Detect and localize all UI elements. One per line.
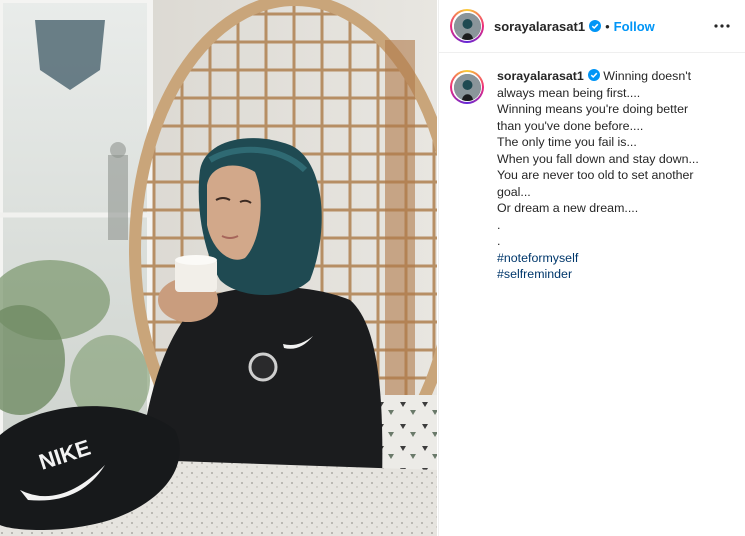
post-caption: sorayalarasat1 Winning doesn't always me… bbox=[450, 68, 740, 283]
follow-button[interactable]: Follow bbox=[614, 19, 655, 34]
caption-line: goal... bbox=[497, 184, 531, 199]
hashtag-link[interactable]: #noteformyself bbox=[497, 250, 727, 267]
post-side-panel: sorayalarasat1 • Follow sorayalarasat1 W… bbox=[438, 0, 745, 536]
separator-dot: • bbox=[605, 18, 610, 34]
caption-username[interactable]: sorayalarasat1 bbox=[497, 69, 584, 83]
caption-line: You are never too old to set another bbox=[497, 168, 694, 182]
caption-line: When you fall down and stay down... bbox=[497, 151, 699, 166]
caption-line: . bbox=[497, 234, 501, 248]
author-avatar[interactable] bbox=[450, 9, 484, 43]
caption-line: Winning means you're doing better bbox=[497, 102, 689, 116]
post-photo-illustration: NIKE bbox=[0, 0, 437, 536]
caption-line: Or dream a new dream.... bbox=[497, 201, 639, 215]
caption-line: . bbox=[497, 217, 501, 232]
verified-badge-icon bbox=[589, 20, 602, 32]
caption-text: sorayalarasat1 Winning doesn't always me… bbox=[497, 68, 727, 283]
caption-line: The only time you fail is... bbox=[497, 135, 637, 149]
verified-badge-icon bbox=[587, 69, 600, 81]
post-header: sorayalarasat1 • Follow bbox=[439, 0, 745, 53]
caption-avatar[interactable] bbox=[450, 70, 484, 104]
more-options-icon[interactable] bbox=[710, 14, 734, 38]
post-photo[interactable]: NIKE bbox=[0, 0, 437, 536]
author-username[interactable]: sorayalarasat1 bbox=[494, 19, 585, 34]
hashtag-link[interactable]: #selfreminder bbox=[497, 266, 727, 283]
caption-line: than you've done before.... bbox=[497, 118, 644, 133]
